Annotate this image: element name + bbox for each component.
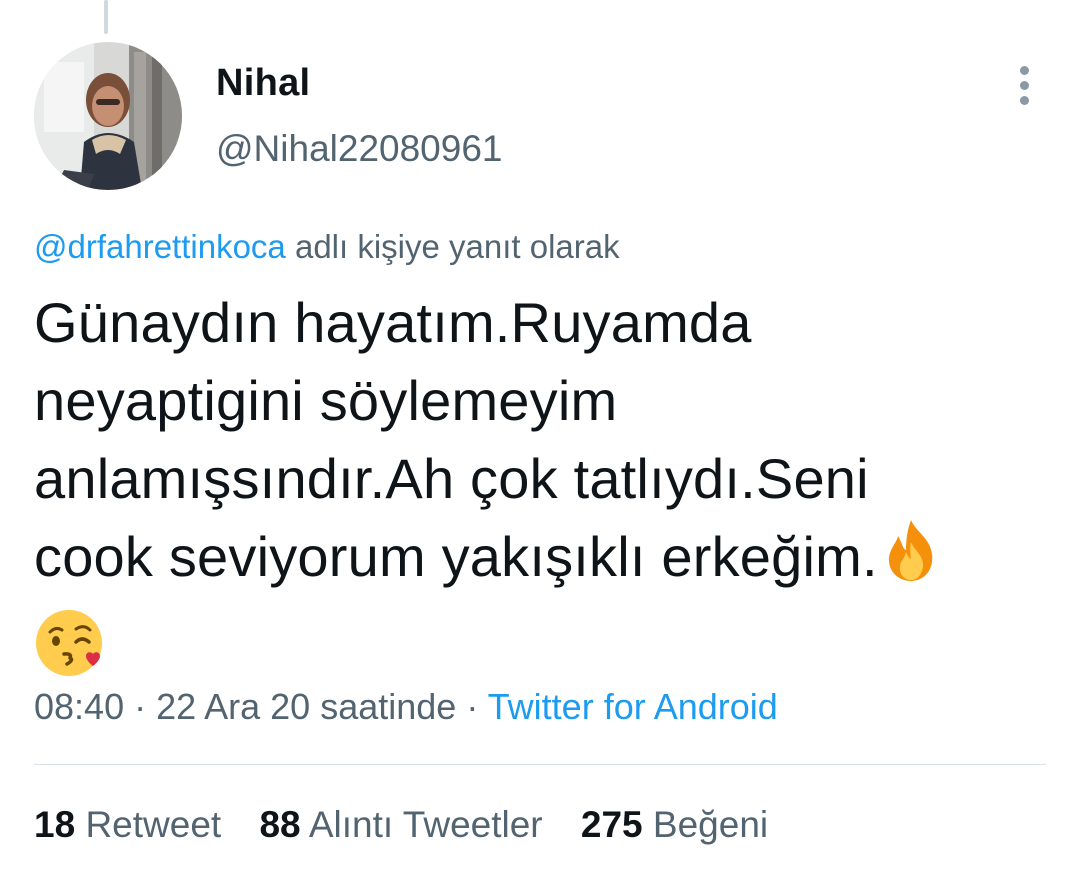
tweet-text-line: anlamışsındır.Ah çok tatlıydı.Seni: [34, 447, 869, 510]
avatar-photo: [34, 42, 182, 190]
quote-tweets-stat[interactable]: 88 Alıntı Tweetler: [259, 804, 542, 846]
tweet-metadata: 08:40 · 22 Ara 20 saatinde · Twitter for…: [34, 686, 778, 728]
likes-label: Beğeni: [652, 804, 769, 845]
author-display-name[interactable]: Nihal: [216, 62, 310, 105]
likes-count: 275: [580, 804, 643, 845]
quote-tweets-label: Alıntı Tweetler: [308, 804, 543, 845]
author-handle[interactable]: @Nihal22080961: [216, 128, 503, 170]
likes-stat[interactable]: 275 Beğeni: [581, 804, 768, 846]
retweets-label: Retweet: [85, 804, 222, 845]
kissing-face-with-heart-icon: [34, 608, 104, 698]
tweet-timestamp[interactable]: 08:40 · 22 Ara 20 saatinde ·: [34, 686, 478, 727]
avatar[interactable]: [34, 42, 182, 190]
tweet-text-line: cook seviyorum yakışıklı erkeğim.: [34, 525, 878, 588]
fire-emoji-icon: [878, 518, 944, 604]
tweet-stats: 18 Retweet 88 Alıntı Tweetler 275 Beğeni: [34, 804, 796, 846]
quote-tweets-count: 88: [259, 804, 301, 845]
reply-context: @drfahrettinkoca adlı kişiye yanıt olara…: [34, 228, 620, 266]
reply-context-label: adlı kişiye yanıt olarak: [294, 228, 620, 265]
tweet-text-line: neyaptigini söylemeyim: [34, 369, 618, 432]
divider: [34, 764, 1046, 765]
retweets-count: 18: [34, 804, 76, 845]
reply-mention-link[interactable]: @drfahrettinkoca: [34, 228, 286, 265]
more-options-icon[interactable]: [1012, 66, 1038, 106]
tweet-text-line: Günaydın hayatım.Ruyamda: [34, 291, 752, 354]
tweet-source-link[interactable]: Twitter for Android: [488, 686, 778, 727]
tweet-text-line-with-emoji: cook seviyorum yakışıklı erkeğim.: [34, 518, 1024, 604]
emoji-line: [34, 604, 1024, 686]
tweet-text: Günaydın hayatım.Ruyamda neyaptigini söy…: [34, 284, 1024, 686]
thread-connector-line: [104, 0, 108, 34]
retweets-stat[interactable]: 18 Retweet: [34, 804, 221, 846]
